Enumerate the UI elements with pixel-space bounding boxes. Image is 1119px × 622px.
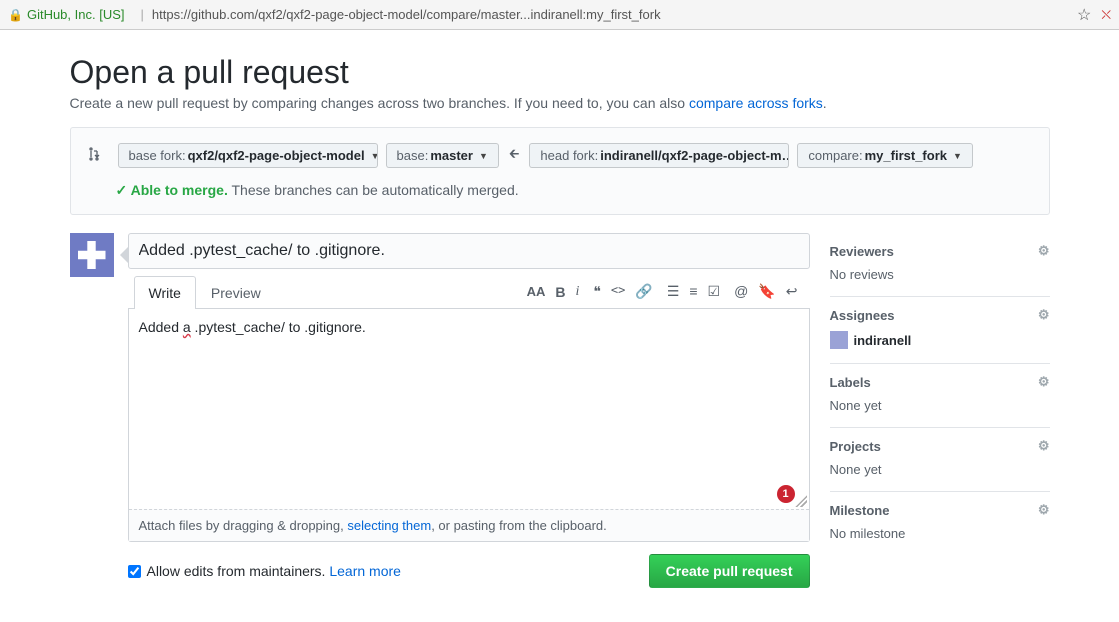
projects-title[interactable]: Projects: [830, 439, 881, 454]
site-identity: GitHub, Inc. [US]: [27, 7, 125, 22]
base-value: master: [430, 148, 473, 163]
compare-value: my_first_fork: [865, 148, 947, 163]
tasklist-icon[interactable]: ☑: [708, 283, 721, 300]
bold-icon[interactable]: B: [555, 284, 565, 300]
range-editor: base fork: qxf2/qxf2-page-object-model ▼…: [70, 127, 1050, 215]
body-text-suffix: .pytest_cache/ to .gitignore.: [191, 319, 366, 335]
head-fork-value: indiranell/qxf2-page-object-m…: [600, 148, 789, 163]
gear-icon[interactable]: ⚙: [1038, 438, 1050, 454]
merge-status-text: These branches can be automatically merg…: [228, 182, 519, 198]
assignee-name: indiranell: [854, 333, 912, 348]
chevron-down-icon: ▼: [479, 151, 488, 161]
sidebar: Reviewers ⚙ No reviews Assignees ⚙ indir…: [830, 233, 1050, 555]
code-icon[interactable]: <>: [611, 283, 625, 300]
gear-icon[interactable]: ⚙: [1038, 502, 1050, 518]
spellcheck-word: a: [183, 319, 191, 335]
link-icon[interactable]: 🔗: [635, 283, 652, 300]
base-fork-label: base fork:: [129, 148, 186, 163]
milestone-body: No milestone: [830, 526, 1050, 541]
quote-icon[interactable]: ❝: [593, 283, 601, 300]
subheader-suffix: .: [823, 95, 827, 111]
pr-title-input[interactable]: [128, 233, 810, 269]
url-separator: |: [141, 7, 144, 22]
compare-label: compare:: [808, 148, 862, 163]
lock-icon: 🔒: [8, 8, 23, 22]
assignee-avatar: [830, 331, 848, 349]
base-fork-value: qxf2/qxf2-page-object-model: [188, 148, 365, 163]
gear-icon[interactable]: ⚙: [1038, 243, 1050, 259]
labels-title[interactable]: Labels: [830, 375, 871, 390]
projects-body: None yet: [830, 462, 1050, 477]
url-text[interactable]: https://github.com/qxf2/qxf2-page-object…: [152, 7, 1077, 22]
user-avatar[interactable]: [70, 233, 114, 277]
selecting-them-link[interactable]: selecting them: [347, 518, 431, 533]
italic-icon[interactable]: i: [575, 284, 579, 300]
attach-hint: Attach files by dragging & dropping, sel…: [129, 509, 809, 541]
git-compare-icon: [86, 146, 104, 165]
markdown-toolbar: AA B i ❝ <> 🔗 ☰ ≡ ☑ @: [527, 283, 804, 300]
head-fork-select[interactable]: head fork: indiranell/qxf2-page-object-m…: [529, 143, 789, 168]
reviewers-title[interactable]: Reviewers: [830, 244, 894, 259]
resize-handle[interactable]: [795, 495, 807, 507]
sidebar-reviewers: Reviewers ⚙ No reviews: [830, 233, 1050, 297]
bookmark-star-icon[interactable]: ☆: [1077, 5, 1091, 25]
page-title: Open a pull request: [70, 54, 1050, 91]
form-actions: Allow edits from maintainers. Learn more…: [128, 554, 810, 588]
tab-preview[interactable]: Preview: [196, 276, 276, 309]
ordered-list-icon[interactable]: ≡: [689, 283, 697, 300]
extension-icon[interactable]: ⛌: [1101, 7, 1111, 23]
attach-text-prefix: Attach files by dragging & dropping,: [139, 518, 348, 533]
head-fork-label: head fork:: [540, 148, 598, 163]
reviewers-body: No reviews: [830, 267, 1050, 282]
sidebar-labels: Labels ⚙ None yet: [830, 364, 1050, 428]
comment-tabs: Write Preview AA B i ❝ <> 🔗 ☰ ≡: [128, 275, 810, 309]
sidebar-projects: Projects ⚙ None yet: [830, 428, 1050, 492]
allow-edits-label: Allow edits from maintainers. Learn more: [147, 563, 401, 579]
notification-badge[interactable]: 1: [777, 485, 795, 503]
merge-check-text: ✓ Able to merge.: [116, 182, 228, 198]
chevron-down-icon: ▼: [953, 151, 962, 161]
assignee-item[interactable]: indiranell: [830, 331, 1050, 349]
browser-address-bar: 🔒 GitHub, Inc. [US] | https://github.com…: [0, 0, 1119, 30]
unordered-list-icon[interactable]: ☰: [667, 283, 680, 300]
assignees-title[interactable]: Assignees: [830, 308, 895, 323]
allow-edits-row: Allow edits from maintainers. Learn more: [128, 563, 401, 579]
pr-form: Write Preview AA B i ❝ <> 🔗 ☰ ≡: [128, 233, 810, 588]
allow-edits-text: Allow edits from maintainers.: [147, 563, 330, 579]
base-fork-select[interactable]: base fork: qxf2/qxf2-page-object-model ▼: [118, 143, 378, 168]
labels-body: None yet: [830, 398, 1050, 413]
chevron-down-icon: ▼: [371, 151, 378, 161]
tab-write[interactable]: Write: [134, 276, 196, 309]
gear-icon[interactable]: ⚙: [1038, 374, 1050, 390]
allow-edits-checkbox[interactable]: [128, 565, 141, 578]
subheader-text: Create a new pull request by comparing c…: [70, 95, 689, 111]
compare-branch-select[interactable]: compare: my_first_fork ▼: [797, 143, 973, 168]
base-branch-select[interactable]: base: master ▼: [386, 143, 499, 168]
body-text-prefix: Added: [139, 319, 183, 335]
compare-across-forks-link[interactable]: compare across forks: [689, 95, 823, 111]
attach-text-suffix: , or pasting from the clipboard.: [431, 518, 607, 533]
page-subheader: Create a new pull request by comparing c…: [70, 95, 1050, 111]
pr-body-textarea[interactable]: Added a .pytest_cache/ to .gitignore.: [129, 309, 809, 499]
base-label: base:: [397, 148, 429, 163]
arrow-left-icon: 🡰: [507, 145, 522, 167]
saved-reply-icon[interactable]: 🔖: [758, 283, 775, 300]
reply-icon[interactable]: ↩: [786, 283, 798, 300]
comment-body-box: Added a .pytest_cache/ to .gitignore. 1 …: [128, 309, 810, 542]
gear-icon[interactable]: ⚙: [1038, 307, 1050, 323]
text-size-icon[interactable]: AA: [527, 284, 546, 300]
sidebar-assignees: Assignees ⚙ indiranell: [830, 297, 1050, 364]
mention-icon[interactable]: @: [734, 283, 748, 300]
learn-more-link[interactable]: Learn more: [329, 563, 401, 579]
merge-status: ✓ Able to merge. These branches can be a…: [86, 182, 1034, 199]
milestone-title[interactable]: Milestone: [830, 503, 890, 518]
create-pull-request-button[interactable]: Create pull request: [649, 554, 810, 588]
sidebar-milestone: Milestone ⚙ No milestone: [830, 492, 1050, 555]
